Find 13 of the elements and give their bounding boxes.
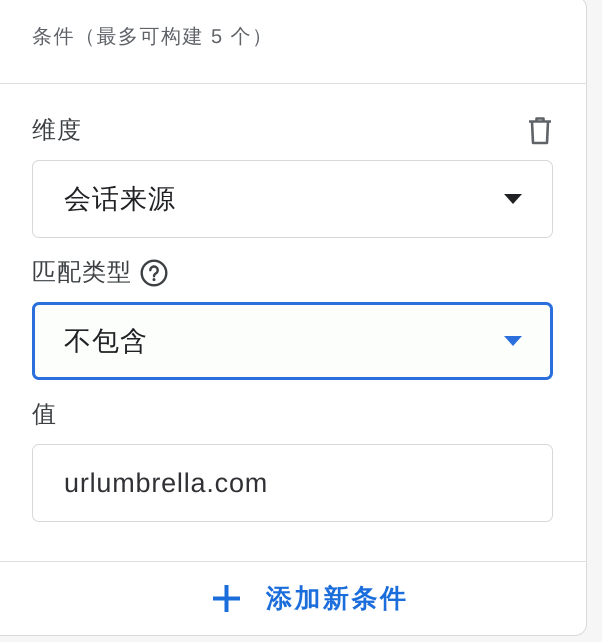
dropdown-field[interactable]: 不包含 [32,302,553,380]
dropdown-field[interactable]: 会话来源 [32,160,553,238]
delete-button[interactable] [528,117,552,145]
field-label: 维度 [32,116,82,146]
field-label: 匹配类型 [32,258,132,288]
help-icon[interactable] [140,259,168,287]
add-condition-button[interactable]: 添加新条件 [208,579,412,618]
plus-icon [212,585,240,612]
section-title: 条件（最多可构建 5 个） [32,25,274,50]
value-input[interactable]: urlumbrella.com [32,444,553,522]
field-label: 值 [32,400,57,430]
caret-icon [504,194,522,204]
caret-icon [504,336,522,346]
